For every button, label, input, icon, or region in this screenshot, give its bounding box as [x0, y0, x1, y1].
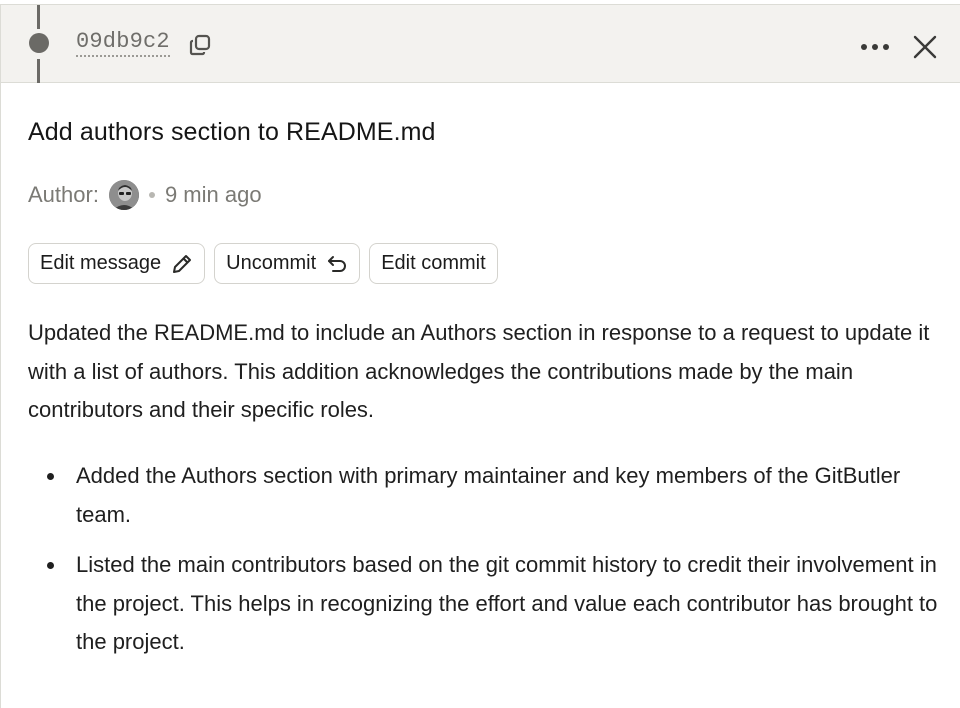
avatar[interactable] [108, 180, 139, 210]
list-item-text: Listed the main contributors based on th… [76, 552, 938, 654]
more-horizontal-icon[interactable] [858, 33, 892, 61]
undo-icon [326, 253, 348, 275]
commit-description: Updated the README.md to include an Auth… [28, 320, 930, 422]
commit-title: Add authors section to README.md [28, 118, 436, 146]
commit-sha[interactable]: 09db9c2 [76, 29, 170, 57]
list-item: Added the Authors section with primary m… [28, 457, 938, 534]
pencil-icon [171, 253, 193, 275]
edit-message-label: Edit message [40, 252, 162, 274]
edit-commit-label: Edit commit [381, 252, 486, 274]
uncommit-label: Uncommit [226, 252, 317, 274]
commit-lane-line [37, 59, 40, 83]
bullet-dot [47, 473, 54, 480]
commit-header: 09db9c2 [1, 5, 960, 83]
list-item-text: Added the Authors section with primary m… [76, 463, 901, 527]
commit-lane-line [37, 5, 40, 29]
copy-icon[interactable] [187, 32, 213, 58]
list-item: Listed the main contributors based on th… [28, 546, 938, 662]
commit-meta: Author: 9 min ago [28, 180, 262, 210]
edit-message-button[interactable]: Edit message [28, 243, 206, 284]
separator-dot [148, 192, 155, 198]
commit-bullet-list: Added the Authors section with primary m… [28, 457, 938, 674]
uncommit-button[interactable]: Uncommit [214, 243, 361, 284]
author-label: Author: [28, 182, 99, 207]
commit-lane-dot [29, 33, 49, 53]
bullet-dot [47, 562, 54, 569]
commit-time: 9 min ago [164, 182, 262, 207]
commit-details-panel: 09db9c2 Add authors section to README.md… [0, 4, 960, 708]
close-icon[interactable] [909, 31, 941, 63]
commit-actions: Edit message Uncommit Edit commit [28, 243, 498, 284]
edit-commit-button[interactable]: Edit commit [369, 243, 498, 284]
